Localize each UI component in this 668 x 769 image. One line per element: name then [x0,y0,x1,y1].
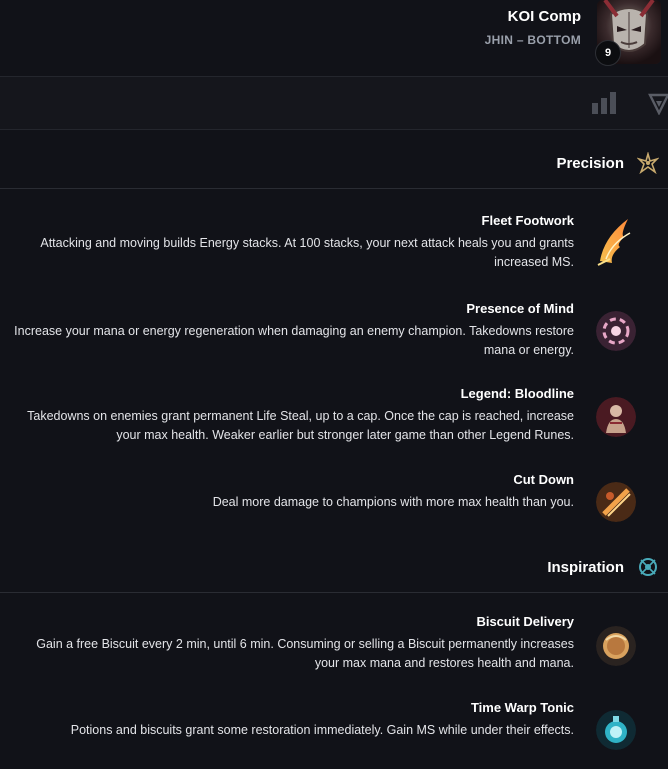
rune-title: Cut Down [513,472,574,487]
rune-description: Increase your mana or energy regeneratio… [14,324,574,357]
rune-title: Legend: Bloodline [460,386,574,401]
rune-title: Biscuit Delivery [476,614,574,629]
bar-chart-icon[interactable] [591,91,617,120]
champion-level-badge: 9 [595,40,621,66]
build-title: KOI Comp [507,8,581,25]
rune-description: Deal more damage to champions with more … [212,495,574,509]
build-header: KOI Comp JHIN – BOTTOM 9 [0,0,668,77]
rune-description: Gain a free Biscuit every 2 min, until 6… [36,637,574,670]
time-warp-tonic-icon [596,710,636,750]
rune-tree-icon[interactable] [648,91,668,120]
rune-title: Fleet Footwork [481,213,574,228]
fleet-footwork-icon [594,213,638,269]
precision-icon [636,151,660,175]
presence-of-mind-icon [596,311,636,351]
rune-description: Takedowns on enemies grant permanent Lif… [27,409,574,442]
rune-title: Presence of Mind [466,301,574,316]
tree-header-inspiration: Inspiration [0,544,668,593]
inspiration-icon [637,556,659,578]
cut-down-icon [596,482,636,522]
tree-name: Precision [556,155,624,172]
legend-bloodline-icon [596,397,636,437]
rune-description: Attacking and moving builds Energy stack… [40,236,574,269]
build-subtitle: JHIN – BOTTOM [484,33,581,47]
biscuit-delivery-icon [596,626,636,666]
rune-title: Time Warp Tonic [470,700,574,715]
toolbar [0,77,668,130]
tree-header-precision: Precision [0,140,668,189]
tree-name: Inspiration [547,559,624,576]
rune-description: Potions and biscuits grant some restorat… [70,723,574,737]
